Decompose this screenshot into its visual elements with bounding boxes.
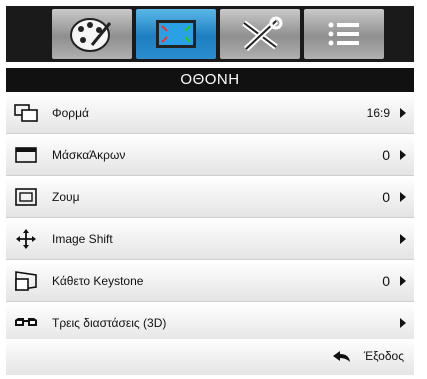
list-icon [328, 22, 359, 46]
zoom-icon [15, 188, 37, 206]
menu-tab-bar [6, 6, 414, 62]
menu-item-label: Τρεις διαστάσεις (3D) [52, 316, 167, 330]
chevron-right-icon [400, 192, 406, 202]
tab-setup[interactable] [220, 9, 300, 59]
chevron-right-icon [400, 108, 406, 118]
menu-item-label: Ζουμ [52, 190, 80, 204]
return-arrow-icon [333, 351, 350, 362]
menu-item-vertical-keystone[interactable]: Κάθετο Keystone 0 [6, 261, 414, 302]
tab-image[interactable] [52, 9, 132, 59]
menu-item-format[interactable]: Φορμά 16:9 [6, 93, 414, 134]
menu-item-image-shift[interactable]: Image Shift [6, 219, 414, 260]
tools-icon [242, 16, 283, 52]
menu-item-3d[interactable]: Τρεις διαστάσεις (3D) [6, 303, 414, 344]
menu-item-value: 0 [382, 273, 390, 289]
chevron-right-icon [400, 234, 406, 244]
menu-list: Φορμά 16:9 ΜάσκαΆκρων 0 Ζουμ 0 Image Shi… [6, 93, 414, 345]
chevron-right-icon [400, 276, 406, 286]
menu-item-value: 16:9 [366, 106, 390, 120]
exit-label: Έξοδος [363, 349, 404, 363]
menu-item-edge-mask[interactable]: ΜάσκαΆκρων 0 [6, 135, 414, 176]
menu-item-label: Image Shift [52, 232, 113, 246]
palette-icon [70, 18, 112, 52]
menu-item-label: Κάθετο Keystone [52, 274, 144, 288]
display-icon [156, 20, 196, 48]
osd-menu: ΟΘΟΝΗ Φορμά 16:9 ΜάσκαΆκρων 0 Ζουμ 0 Ima… [0, 0, 427, 379]
menu-item-zoom[interactable]: Ζουμ 0 [6, 177, 414, 218]
3d-glasses-icon [15, 318, 37, 326]
keystone-icon [15, 271, 37, 291]
chevron-right-icon [400, 318, 406, 328]
menu-title: ΟΘΟΝΗ [6, 68, 414, 92]
tab-display[interactable] [136, 9, 216, 59]
tab-options[interactable] [304, 9, 384, 59]
menu-item-label: ΜάσκαΆκρων [52, 148, 126, 162]
move-arrows-icon [16, 229, 36, 249]
chevron-right-icon [400, 150, 406, 160]
menu-item-value: 0 [382, 189, 390, 205]
menu-item-value: 0 [382, 147, 390, 163]
exit-row[interactable]: Έξοδος [6, 339, 414, 375]
edge-mask-icon [15, 147, 37, 163]
menu-item-label: Φορμά [52, 106, 89, 120]
aspect-ratio-icon [14, 104, 38, 122]
